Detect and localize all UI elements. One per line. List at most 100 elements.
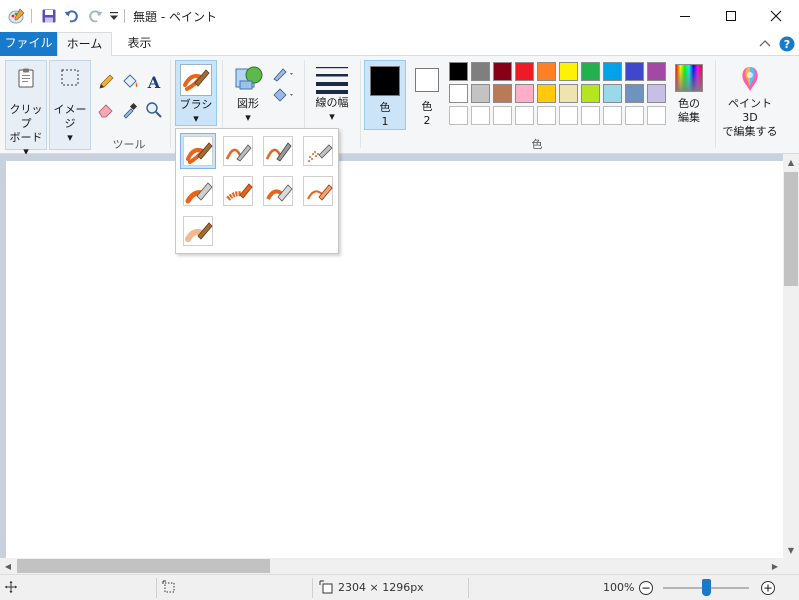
clipboard-icon (15, 67, 37, 89)
svg-text:A: A (147, 73, 161, 91)
palette-color-swatch[interactable] (515, 84, 534, 103)
palette-color-swatch[interactable] (537, 84, 556, 103)
palette-color-swatch[interactable] (471, 84, 490, 103)
shapes-button[interactable]: 図形 ▾ (228, 60, 268, 126)
palette-custom-slot[interactable] (493, 106, 512, 125)
palette-custom-slot[interactable] (449, 106, 468, 125)
brush-button[interactable]: ブラシ ▾ (175, 60, 217, 126)
brush-icon (180, 64, 212, 96)
brush-dropdown-menu (175, 128, 339, 254)
colors-group-label: 色 (531, 138, 543, 151)
brush-option-watercolor[interactable] (180, 213, 216, 249)
color-palette (449, 62, 669, 128)
zoom-level: 100% (603, 581, 635, 594)
edit-with-paint3d-button[interactable]: ペイント 3D で編集する (719, 60, 781, 138)
shapes-icon (232, 63, 264, 95)
brush-option-oil[interactable] (180, 173, 216, 209)
palette-color-swatch[interactable] (647, 62, 666, 81)
palette-custom-slot[interactable] (647, 106, 666, 125)
palette-color-swatch[interactable] (559, 84, 578, 103)
undo-icon[interactable] (63, 7, 81, 25)
title-bar: 無題 - ペイント (0, 0, 799, 32)
scroll-corner (783, 558, 799, 574)
palette-color-swatch[interactable] (559, 62, 578, 81)
customize-quick-access-icon[interactable] (105, 7, 123, 25)
palette-color-swatch[interactable] (603, 84, 622, 103)
zoom-in-icon[interactable] (760, 580, 776, 596)
paint3d-icon (735, 64, 765, 94)
svg-text:?: ? (784, 38, 790, 51)
drawing-canvas[interactable] (6, 161, 783, 558)
palette-color-swatch[interactable] (493, 84, 512, 103)
tab-home[interactable]: ホーム (57, 32, 112, 57)
image-button[interactable]: イメージ ▾ (49, 60, 91, 150)
maximize-button[interactable] (708, 0, 754, 32)
color1-button[interactable]: 色 1 (364, 60, 406, 130)
palette-color-swatch[interactable] (625, 62, 644, 81)
palette-color-swatch[interactable] (603, 62, 622, 81)
outline-icon[interactable] (271, 64, 297, 84)
palette-custom-slot[interactable] (581, 106, 600, 125)
canvas-size-icon (319, 580, 333, 594)
ribbon: クリップ ボード ▾ イメージ ▾ A ツール ブラシ ▾ 図形 ▾ 線の幅 ▾… (0, 56, 799, 158)
help-icon[interactable]: ? (779, 36, 795, 52)
magnifier-icon[interactable] (144, 100, 164, 120)
text-tool-icon[interactable]: A (144, 72, 164, 92)
scroll-up-icon[interactable]: ▲ (783, 154, 799, 170)
selection-size-icon (162, 580, 176, 594)
pencil-icon[interactable] (96, 72, 116, 92)
palette-custom-slot[interactable] (603, 106, 622, 125)
tab-file[interactable]: ファイル (0, 32, 57, 56)
palette-color-swatch[interactable] (471, 62, 490, 81)
vertical-scroll-thumb[interactable] (784, 172, 798, 286)
brush-option-airbrush[interactable] (300, 133, 336, 169)
palette-custom-slot[interactable] (537, 106, 556, 125)
minimize-button[interactable] (662, 0, 708, 32)
brush-option-marker[interactable] (260, 173, 296, 209)
palette-custom-slot[interactable] (515, 106, 534, 125)
brush-option-crayon[interactable] (220, 173, 256, 209)
clipboard-button[interactable]: クリップ ボード ▾ (5, 60, 47, 158)
fill-bucket-icon[interactable] (120, 72, 140, 92)
tab-view[interactable]: 表示 (112, 32, 167, 56)
edit-colors-button[interactable]: 色の 編集 (670, 60, 708, 130)
color2-swatch (415, 68, 439, 92)
palette-custom-slot[interactable] (471, 106, 490, 125)
palette-color-swatch[interactable] (537, 62, 556, 81)
palette-custom-slot[interactable] (625, 106, 644, 125)
palette-color-swatch[interactable] (449, 84, 468, 103)
window-title: 無題 - ペイント (133, 10, 217, 24)
horizontal-scroll-thumb[interactable] (17, 559, 270, 573)
brush-option-brush[interactable] (180, 133, 216, 169)
scroll-left-icon[interactable]: ◀ (0, 558, 16, 574)
scroll-right-icon[interactable]: ▶ (767, 558, 783, 574)
scroll-down-icon[interactable]: ▼ (783, 542, 799, 558)
palette-color-swatch[interactable] (647, 84, 666, 103)
palette-color-swatch[interactable] (581, 62, 600, 81)
collapse-ribbon-icon[interactable] (758, 37, 772, 51)
brush-option-calligraphy-2[interactable] (260, 133, 296, 169)
palette-color-swatch[interactable] (625, 84, 644, 103)
close-button[interactable] (753, 0, 799, 32)
save-icon[interactable] (40, 7, 58, 25)
brush-option-natural-pencil[interactable] (300, 173, 336, 209)
cursor-position-icon (4, 580, 18, 594)
status-bar: 2304 × 1296px 100% (0, 574, 799, 600)
color2-button[interactable]: 色 2 (408, 60, 446, 130)
palette-custom-slot[interactable] (559, 106, 578, 125)
zoom-out-icon[interactable] (638, 580, 654, 596)
line-width-button[interactable]: 線の幅 ▾ (309, 60, 355, 130)
select-icon (59, 67, 81, 89)
palette-color-swatch[interactable] (493, 62, 512, 81)
paint-app-icon[interactable] (8, 7, 26, 25)
color-picker-icon[interactable] (120, 100, 140, 120)
fill-icon[interactable] (271, 85, 297, 105)
zoom-slider-thumb[interactable] (701, 579, 711, 596)
canvas-size-text: 2304 × 1296px (338, 581, 424, 594)
eraser-icon[interactable] (96, 100, 116, 120)
brush-option-calligraphy-1[interactable] (220, 133, 256, 169)
redo-icon[interactable] (86, 7, 104, 25)
palette-color-swatch[interactable] (581, 84, 600, 103)
palette-color-swatch[interactable] (515, 62, 534, 81)
palette-color-swatch[interactable] (449, 62, 468, 81)
